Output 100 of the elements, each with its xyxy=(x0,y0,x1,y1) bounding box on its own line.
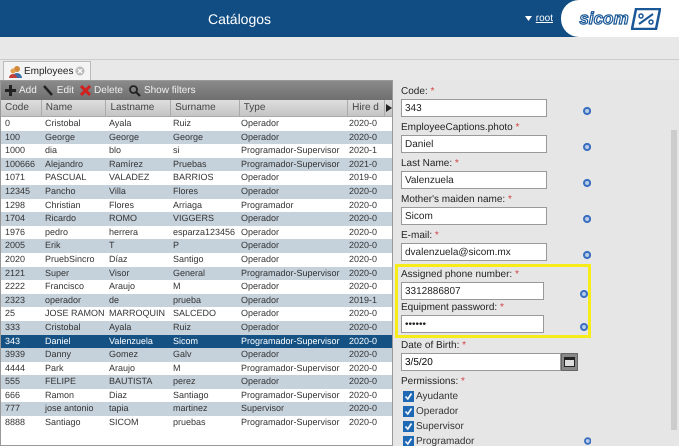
table-cell-text: dia xyxy=(44,144,58,158)
table-cell-text: 1000 xyxy=(4,144,26,158)
caret-icon[interactable] xyxy=(524,16,532,21)
help-icon[interactable] xyxy=(580,289,588,299)
table-row[interactable]: 1976 pedro herrera esparza123456 Operador 2020-0 xyxy=(1,226,392,240)
table-cell-text: 1298 xyxy=(4,198,26,212)
table-cell-text: Super xyxy=(44,266,70,280)
table-cell-text: 100 xyxy=(4,130,22,144)
date-field[interactable]: 3/5/20 xyxy=(401,353,561,371)
table-row[interactable]: 2121 Super Visor General Programador-Supervisor 2020-0 xyxy=(1,266,392,280)
field-label: Last Name: xyxy=(401,158,452,169)
input-field[interactable]: •••••• xyxy=(401,315,544,333)
input-field[interactable]: 343 xyxy=(401,99,547,117)
table-cell-text: operador xyxy=(44,294,82,307)
table-row[interactable]: 4444 Park Araujo M Programador-Supervisor 2020-0 xyxy=(1,362,392,376)
field-label: Code: xyxy=(401,86,428,97)
table-cell-text: BAUTISTA xyxy=(108,375,154,388)
required-mark: * xyxy=(514,269,519,280)
table-cell-text: 2020-0 xyxy=(348,266,378,280)
scrollbar[interactable] xyxy=(671,130,677,430)
table-cell-text: 2222 xyxy=(4,280,26,294)
toolbar-button[interactable]: Add xyxy=(5,85,37,96)
table-row[interactable]: 3939 Danny Gomez Galv Operador 2020-0 xyxy=(1,348,392,362)
input-field[interactable]: 3312886807 xyxy=(401,282,544,300)
checkbox[interactable] xyxy=(403,420,414,432)
table-row[interactable]: 2323 operador de prueba Operador 2019-1 xyxy=(1,294,392,308)
page-title: Catálogos xyxy=(208,10,272,26)
search-icon xyxy=(128,84,141,96)
table-cell-text: si xyxy=(172,144,180,158)
toolbar-button[interactable]: Delete xyxy=(80,85,123,96)
table-cell-text: 2020-0 xyxy=(348,280,378,294)
toolbar-button[interactable]: Show filters xyxy=(128,84,196,96)
table-cell-text: George xyxy=(108,130,140,144)
checkbox[interactable] xyxy=(403,390,414,402)
column-header[interactable]: Surname xyxy=(171,100,240,116)
field-label: Permissions: xyxy=(401,376,458,387)
table-row[interactable]: 555 FELIPE BAUTISTA perez Operador 2020-0 xyxy=(1,375,392,389)
column-header[interactable]: Type xyxy=(240,100,348,116)
toolbar-button[interactable]: Edit xyxy=(42,85,74,96)
table-row[interactable]: 100 George George George Operador 2020-0 xyxy=(1,130,392,144)
column-header[interactable]: Code xyxy=(1,100,42,116)
table-row[interactable]: 100666 Alejandro Ramírez Pruebas Programador-Supervisor 2021-0 xyxy=(1,158,392,172)
logo: sicom xyxy=(561,0,679,37)
input-field[interactable]: Sicom xyxy=(401,207,547,225)
table-cell-text: Operador xyxy=(240,280,280,294)
table-cell-text: herrera xyxy=(108,226,140,239)
help-icon[interactable] xyxy=(582,142,591,152)
input-field[interactable]: Daniel xyxy=(401,135,547,153)
table-row[interactable]: 1298 Christian Flores Arriaga Programador 2020-0 xyxy=(1,198,392,212)
table-cell-text: 2020-0 xyxy=(348,320,378,334)
field-label: Assigned phone number: xyxy=(401,269,512,280)
table-row[interactable]: 333 Cristobal Ayala Ruiz Operador 2020-0 xyxy=(1,320,392,334)
table-cell-text: Programador-Supervisor xyxy=(240,266,341,280)
checkbox-label: Operador xyxy=(416,406,460,416)
table-cell-text: Ruiz xyxy=(172,320,192,334)
table-cell-text: Diaz xyxy=(108,388,128,402)
input-field[interactable]: Valenzuela xyxy=(401,171,547,189)
table-cell-text: SICOM xyxy=(108,416,140,430)
checkbox[interactable] xyxy=(403,406,414,416)
column-header[interactable]: Lastname xyxy=(106,100,172,116)
table-cell-text: 333 xyxy=(4,320,22,334)
table-row[interactable]: 1704 Ricardo ROMO VIGGERS Operador 2020-0 xyxy=(1,212,392,226)
help-icon[interactable] xyxy=(582,214,591,224)
tab[interactable]: Employees xyxy=(3,61,92,80)
table-cell-text: Programador xyxy=(240,198,295,212)
table-cell-text: 2020-1 xyxy=(348,144,378,158)
table-cell-text: Valenzuela xyxy=(108,334,154,348)
table-cell-text: 2020-0 xyxy=(348,226,378,239)
user-link[interactable]: root xyxy=(536,13,553,24)
table-row[interactable]: 343 Daniel Valenzuela Sicom Programador-Supervisor 2020-0 xyxy=(1,334,392,348)
table-cell-text: 2020-0 xyxy=(348,198,378,212)
field-label: Date of Birth: xyxy=(401,340,460,351)
table-row[interactable]: 12345 Pancho Villa Flores Operador 2020-0 xyxy=(1,184,392,199)
checkbox-label: Supervisor xyxy=(416,420,465,432)
table-cell-text: Danny xyxy=(44,348,72,362)
input-field[interactable]: dvalenzuela@sicom.mx xyxy=(401,243,547,261)
table-cell-text: 2020-0 xyxy=(348,375,378,388)
plus-icon xyxy=(5,85,16,96)
table-cell-text: Christian xyxy=(44,198,82,212)
help-icon[interactable] xyxy=(582,106,591,116)
column-header[interactable]: Name xyxy=(42,100,106,116)
help-icon[interactable] xyxy=(580,322,588,332)
table-row[interactable]: 777 jose antonio tapia martinez Supervisor 2020-0 xyxy=(1,402,392,416)
table-cell-text: 2019-1 xyxy=(348,294,378,307)
table-cell-text: 8888 xyxy=(4,416,26,430)
help-icon[interactable] xyxy=(582,178,591,188)
calendar-button[interactable] xyxy=(561,353,578,371)
table-cell-text: FELIPE xyxy=(44,375,78,388)
table-cell-text: Operador xyxy=(240,294,280,307)
table-cell-text: MARROQUIN xyxy=(108,307,166,320)
table-row[interactable]: 2005 Erik T P Operador 2020-0 xyxy=(1,239,392,253)
column-header[interactable]: Hire d xyxy=(348,100,385,116)
table-cell-text: Operador xyxy=(240,117,280,130)
help-icon[interactable] xyxy=(584,436,591,446)
logo-icon xyxy=(630,8,661,30)
checkbox[interactable] xyxy=(403,436,414,446)
table-cell-text: Ramon xyxy=(44,388,76,402)
table-row[interactable]: 666 Ramon Diaz Santiago Programador-Supervisor 2020-0 xyxy=(1,388,392,402)
help-icon[interactable] xyxy=(582,250,591,260)
required-mark: * xyxy=(430,86,434,97)
